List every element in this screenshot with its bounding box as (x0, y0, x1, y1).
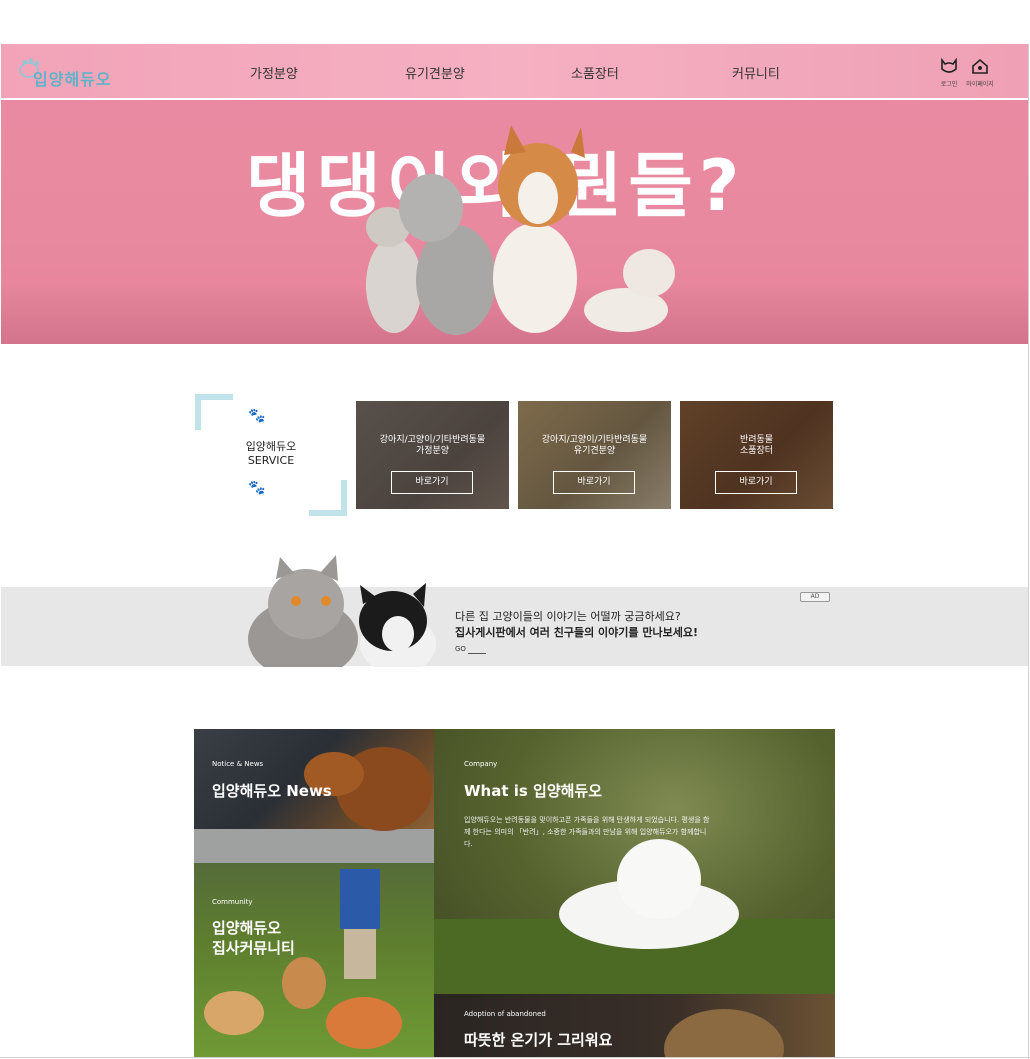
nav-market[interactable]: 소품장터 (571, 63, 619, 82)
service-title-line2: SERVICE (247, 454, 295, 467)
company-description: 입양해듀오는 반려동물을 맞이하고픈 가족들을 위해 탄생하게 되었습니다. 평… (464, 816, 710, 848)
tile-category: Company (464, 760, 498, 768)
frame-border (0, 1057, 1030, 1058)
company-tile[interactable]: Company What is 입양해듀오 입양해듀오는 반려동물을 맞이하고픈… (434, 729, 835, 994)
nav-rescue-adoption[interactable]: 유기견분양 (405, 63, 465, 82)
go-button[interactable]: 바로가기 (553, 471, 635, 494)
service-card-market: 반려동물 소품장터 바로가기 (680, 401, 833, 509)
cat-head-icon (941, 57, 957, 73)
hero-banner: 댕댕이와 뭔들? (1, 100, 1028, 344)
tile-category: Notice & News (212, 760, 264, 768)
tile-title: What is 입양해듀오 (464, 782, 603, 800)
cats-image (248, 555, 436, 667)
community-tile[interactable]: Community 입양해듀오 집사커뮤니티 (194, 863, 434, 1057)
go-button[interactable]: 바로가기 (715, 471, 797, 494)
card-line1: 강아지/고양이/기타반려동물 (379, 435, 486, 445)
tile-category: Community (212, 898, 253, 906)
tile-title: 따뜻한 온기가 그리워요 (464, 1031, 613, 1049)
arrow-icon (468, 648, 486, 654)
card-label: 반려동물 소품장터 (680, 435, 833, 457)
site-header: 입양해듀오 가정분양 유기견분양 소품장터 커뮤니티 로그인 마이페이지 (1, 44, 1028, 99)
nav-community[interactable]: 커뮤니티 (732, 63, 780, 82)
tile-title: 입양해듀오 집사커뮤니티 (212, 918, 295, 958)
ad-badge: AD (800, 592, 830, 602)
hero-pets-image (366, 125, 675, 335)
login-link[interactable]: 로그인 (934, 57, 964, 88)
tile-title: 입양해듀오 News (212, 782, 332, 800)
service-title: 입양해듀오 SERVICE (233, 440, 309, 468)
logo[interactable]: 입양해듀오 (19, 56, 119, 89)
service-bracket-top-left (195, 394, 233, 430)
mypage-label: 마이페이지 (966, 81, 994, 88)
service-card-rescue: 강아지/고양이/기타반려동물 유기견분양 바로가기 (518, 401, 671, 509)
card-label: 강아지/고양이/기타반려동물 유기견분양 (518, 435, 671, 457)
paw-prints-icon: 🐾 (248, 408, 265, 424)
logo-text: 입양해듀오 (33, 70, 112, 89)
card-line2: 가정분양 (415, 446, 450, 456)
nav-home-adoption[interactable]: 가정분양 (250, 63, 298, 82)
home-icon (972, 58, 988, 74)
paw-prints-icon: 🐾 (248, 480, 265, 496)
service-title-line1: 입양해듀오 (245, 440, 297, 453)
service-bracket-bottom-right (309, 480, 347, 516)
tile-title-line2: 집사커뮤니티 (212, 939, 295, 957)
card-label: 강아지/고양이/기타반려동물 가정분양 (356, 435, 509, 457)
mypage-link[interactable]: 마이페이지 (965, 58, 995, 88)
spitz-photo (434, 839, 835, 994)
go-button[interactable]: 바로가기 (391, 471, 473, 494)
card-line2: 유기견분양 (573, 446, 616, 456)
frame-border (1028, 44, 1029, 1059)
page: 입양해듀오 가정분양 유기견분양 소품장터 커뮤니티 로그인 마이페이지 댕댕이… (0, 0, 1030, 1059)
kids-dogs-photo (204, 869, 402, 1049)
tile-category: Adoption of abandoned (464, 1010, 546, 1018)
news-tile[interactable]: Notice & News 입양해듀오 News (194, 729, 434, 863)
banner-invite: 집사게시판에서 여러 친구들의 이야기를 만나보세요! (455, 626, 698, 639)
banner-go-link[interactable]: GO (455, 645, 466, 653)
banner-question: 다른 집 고양이들의 이야기는 어떨까 궁금하세요? (455, 610, 681, 623)
service-card-home: 강아지/고양이/기타반려동물 가정분양 바로가기 (356, 401, 509, 509)
card-line1: 강아지/고양이/기타반려동물 (541, 435, 648, 445)
tile-title-line1: 입양해듀오 (212, 919, 282, 937)
card-line2: 소품장터 (739, 446, 774, 456)
adoption-tile[interactable]: Adoption of abandoned 따뜻한 온기가 그리워요 (434, 994, 835, 1057)
login-label: 로그인 (940, 81, 958, 88)
card-line1: 반려동물 (739, 435, 774, 445)
